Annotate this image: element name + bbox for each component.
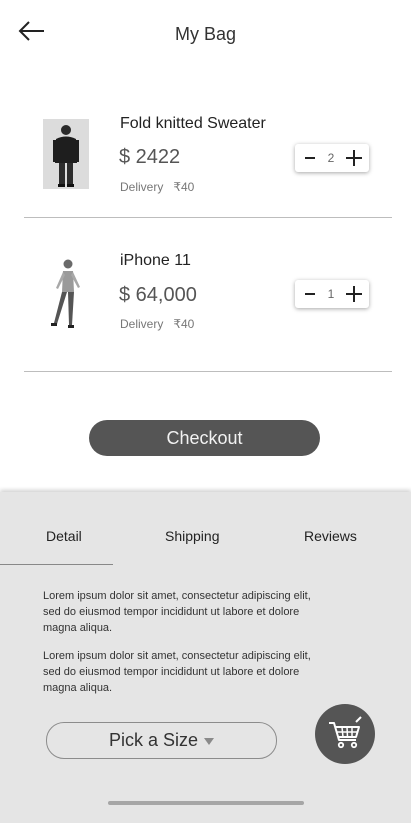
decrease-quantity-button[interactable]	[303, 284, 317, 304]
quantity-value: 1	[327, 287, 335, 301]
product-image[interactable]	[43, 119, 89, 189]
bag-section: My Bag Fold knitted Sweater $ 2422 Deliv…	[0, 0, 411, 492]
quantity-stepper: 1	[295, 280, 369, 308]
tab-reviews[interactable]: Reviews	[304, 528, 357, 544]
page-title: My Bag	[174, 24, 237, 44]
increase-quantity-button[interactable]	[345, 148, 363, 168]
detail-paragraph: Lorem ipsum dolor sit amet, consectetur …	[43, 590, 311, 634]
product-name[interactable]: iPhone 11	[120, 252, 191, 270]
delivery-label: Delivery	[120, 180, 164, 194]
increase-quantity-button[interactable]	[345, 284, 363, 304]
detail-paragraph: Lorem ipsum dolor sit amet, consectetur …	[43, 650, 311, 694]
quantity-stepper: 2	[295, 144, 369, 172]
size-picker-label: Pick a Size	[108, 730, 199, 750]
product-detail-sheet: Detail Shipping Reviews Lorem ipsum dolo…	[0, 492, 411, 823]
decrease-quantity-button[interactable]	[303, 148, 317, 168]
product-image[interactable]	[43, 258, 89, 328]
caret-down-icon	[204, 738, 215, 745]
product-price: $ 64,000	[119, 284, 197, 306]
delivery-info: Delivery ₹40	[120, 180, 194, 194]
bag-item: iPhone 11 $ 64,000 Delivery ₹40 1	[24, 238, 392, 372]
active-tab-indicator	[0, 564, 113, 565]
delivery-fee: ₹40	[173, 180, 195, 194]
product-name[interactable]: Fold knitted Sweater	[120, 115, 266, 133]
delivery-fee: ₹40	[173, 317, 195, 331]
quantity-value: 2	[327, 151, 335, 165]
product-price: $ 2422	[119, 146, 181, 168]
cart-icon	[329, 716, 362, 749]
home-indicator	[108, 801, 304, 805]
size-picker-dropdown[interactable]: Pick a Size	[46, 722, 277, 759]
bag-item: Fold knitted Sweater $ 2422 Delivery ₹40 …	[24, 98, 392, 218]
tab-detail[interactable]: Detail	[46, 528, 82, 544]
screen: My Bag Fold knitted Sweater $ 2422 Deliv…	[0, 0, 411, 823]
delivery-label: Delivery	[120, 317, 164, 331]
tab-shipping[interactable]: Shipping	[165, 528, 220, 544]
cart-button[interactable]	[315, 704, 375, 764]
checkout-button[interactable]: Checkout	[89, 420, 320, 456]
delivery-info: Delivery ₹40	[120, 317, 194, 331]
